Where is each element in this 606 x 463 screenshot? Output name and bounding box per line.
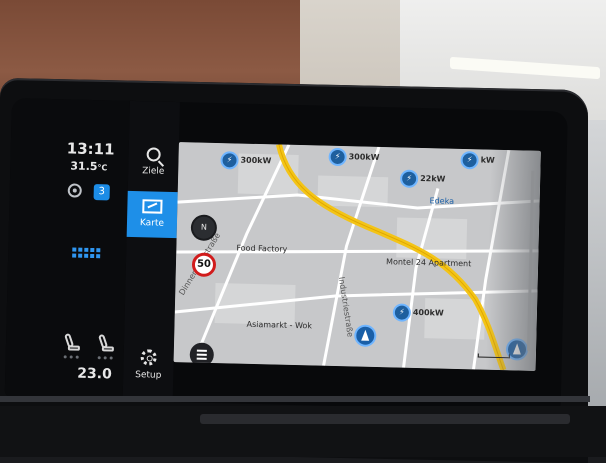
poi-label-food-factory: Food Factory (236, 243, 288, 254)
profile-badge[interactable]: 3 (93, 184, 110, 201)
map-menu-button[interactable] (189, 342, 215, 368)
bezel-trim (0, 396, 590, 402)
menu-label-setup: Setup (135, 370, 162, 381)
seat-heating-right-icon[interactable] (97, 333, 116, 360)
charger-label: 300kW (240, 155, 272, 166)
outside-temp-value: 31.5 (70, 159, 98, 174)
charger-label: 300kW (348, 152, 380, 162)
connectivity-icon[interactable] (67, 183, 82, 198)
outside-temperature: 31.5°C (70, 159, 107, 173)
gear-icon (140, 349, 157, 366)
infotainment-screen: 13:11 31.5°C 3 23.0 Ziele Karte Setup ⚡ … (4, 98, 568, 412)
poi-label-wok: Asiamarkt - Wok (246, 319, 313, 331)
search-icon (146, 147, 161, 162)
seat-heating-left-icon[interactable] (63, 332, 82, 359)
menu-item-setup[interactable]: Setup (123, 343, 174, 394)
side-menu: Ziele Karte Setup (122, 100, 180, 403)
charger-label: 22kW (420, 173, 446, 184)
menu-item-karte[interactable]: Karte (126, 190, 178, 239)
menu-label-ziele: Ziele (142, 166, 165, 177)
menu-item-ziele[interactable]: Ziele (128, 141, 179, 192)
map-icon (142, 199, 163, 214)
poi-label-edeka: Edeka (429, 196, 455, 206)
status-column: 13:11 31.5°C 3 23.0 (4, 98, 130, 401)
air-vent (200, 414, 570, 424)
charger-label: 400kW (412, 307, 444, 318)
climate-temperature[interactable]: 23.0 (77, 366, 112, 383)
apps-grid-icon[interactable] (72, 247, 101, 259)
navigation-map[interactable]: ⚡ 300kW ⚡ 300kW ⚡ 22kW ⚡ kW ⚡ 400kW Edek… (173, 142, 541, 371)
temp-unit: °C (97, 163, 108, 173)
clock: 13:11 (66, 139, 115, 159)
menu-label-karte: Karte (139, 218, 165, 229)
